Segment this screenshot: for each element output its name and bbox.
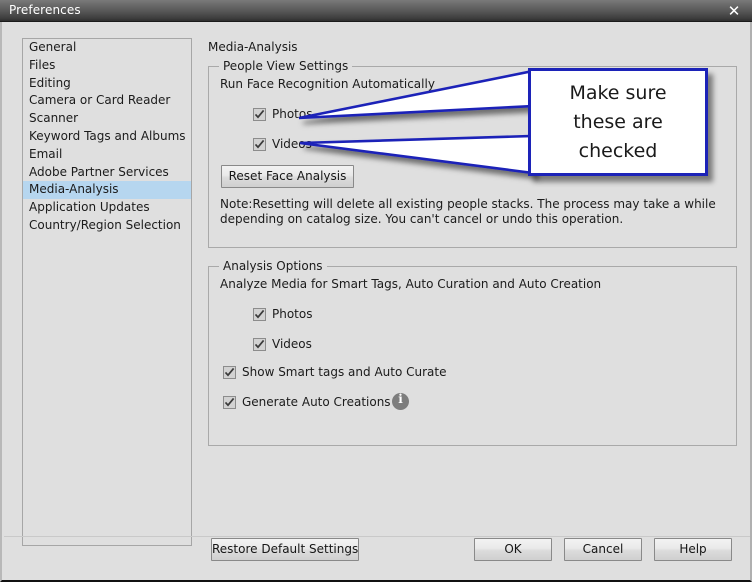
sidebar-item-country-region-selection[interactable]: Country/Region Selection xyxy=(23,217,191,235)
checkbox-label-face-photos: Photos xyxy=(272,107,313,121)
checkbox-label-generate-auto-creations: Generate Auto Creations xyxy=(242,395,391,409)
analyze-media-label: Analyze Media for Smart Tags, Auto Curat… xyxy=(220,277,602,291)
people-view-settings-group: People View Settings Run Face Recognitio… xyxy=(208,59,737,248)
checkbox-label-face-videos: Videos xyxy=(272,137,312,151)
title-bar: Preferences ✕ xyxy=(0,0,752,22)
footer-divider xyxy=(4,536,750,537)
sidebar-item-scanner[interactable]: Scanner xyxy=(23,110,191,128)
checkbox-analysis-videos[interactable] xyxy=(253,337,266,351)
ok-button[interactable]: OK xyxy=(474,538,552,561)
checkbox-generate-auto-creations[interactable] xyxy=(223,395,236,409)
sidebar-item-email[interactable]: Email xyxy=(23,146,191,164)
restore-default-settings-button[interactable]: Restore Default Settings xyxy=(211,538,359,561)
sidebar-item-files[interactable]: Files xyxy=(23,57,191,75)
sidebar-item-keyword-tags-and-albums[interactable]: Keyword Tags and Albums xyxy=(23,128,191,146)
checkbox-show-smart-tags[interactable] xyxy=(223,365,236,379)
sidebar-item-camera-or-card-reader[interactable]: Camera or Card Reader xyxy=(23,92,191,110)
sidebar-item-adobe-partner-services[interactable]: Adobe Partner Services xyxy=(23,164,191,182)
analysis-options-group: Analysis Options Analyze Media for Smart… xyxy=(208,259,737,446)
dialog-body: General Files Editing Camera or Card Rea… xyxy=(0,22,752,582)
checkbox-analysis-photos[interactable] xyxy=(253,307,266,321)
preferences-category-list[interactable]: General Files Editing Camera or Card Rea… xyxy=(22,38,192,546)
reset-face-analysis-button[interactable]: Reset Face Analysis xyxy=(221,165,354,188)
run-face-recognition-label: Run Face Recognition Automatically xyxy=(220,77,435,91)
people-view-settings-legend: People View Settings xyxy=(219,59,353,73)
checkbox-face-videos[interactable] xyxy=(253,137,266,151)
sidebar-item-editing[interactable]: Editing xyxy=(23,75,191,93)
checkbox-label-analysis-videos: Videos xyxy=(272,337,312,351)
checkbox-label-analysis-photos: Photos xyxy=(272,307,313,321)
info-icon[interactable] xyxy=(392,392,409,410)
checkbox-face-photos[interactable] xyxy=(253,107,266,121)
analysis-options-legend: Analysis Options xyxy=(219,259,327,273)
checkbox-row-show-smart-tags[interactable]: Show Smart tags and Auto Curate xyxy=(223,365,446,379)
cancel-button[interactable]: Cancel xyxy=(564,538,642,561)
checkbox-row-analysis-photos[interactable]: Photos xyxy=(253,307,312,321)
checkbox-row-face-photos[interactable]: Photos xyxy=(253,107,312,121)
close-icon[interactable]: ✕ xyxy=(724,1,744,21)
sidebar-item-general[interactable]: General xyxy=(23,39,191,57)
checkbox-row-face-videos[interactable]: Videos xyxy=(253,137,312,151)
page-title: Media-Analysis xyxy=(208,40,298,54)
preferences-dialog: Preferences ✕ General Files Editing Came… xyxy=(0,0,752,582)
settings-panel: Media-Analysis People View Settings Run … xyxy=(202,38,737,546)
checkbox-label-show-smart-tags: Show Smart tags and Auto Curate xyxy=(242,365,447,379)
reset-note-text: Note:Resetting will delete all existing … xyxy=(220,197,716,226)
checkbox-row-generate-auto-creations[interactable]: Generate Auto Creations xyxy=(223,395,391,409)
sidebar-item-media-analysis[interactable]: Media-Analysis xyxy=(23,181,191,200)
help-button[interactable]: Help xyxy=(654,538,732,561)
sidebar-item-application-updates[interactable]: Application Updates xyxy=(23,199,191,217)
checkbox-row-analysis-videos[interactable]: Videos xyxy=(253,337,312,351)
window-title: Preferences xyxy=(9,3,81,17)
